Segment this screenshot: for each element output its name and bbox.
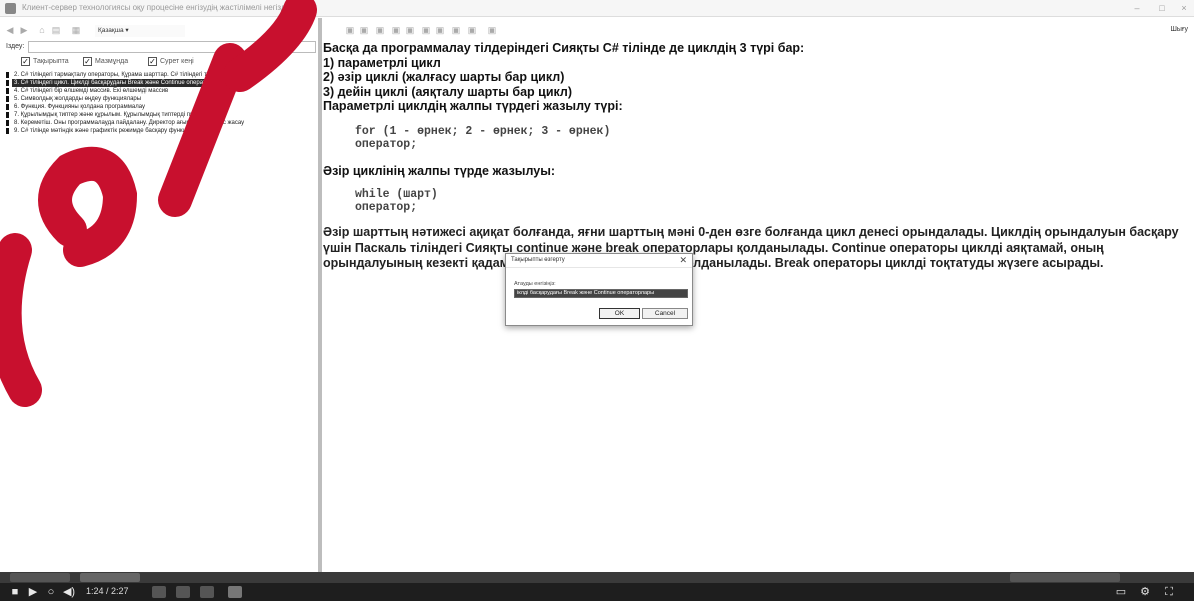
code-line: оператор; [355, 137, 418, 151]
page-icon [6, 120, 9, 126]
filter-image-label: Сурет кеңі [160, 58, 194, 65]
list-item: 1) параметрлі цикл [323, 55, 441, 70]
paste-icon[interactable]: ▣ [374, 25, 386, 36]
close-icon[interactable]: ✕ [679, 255, 687, 266]
rename-dialog: Тақырыпты өзгерту ✕ Атауды енгізіңіз: ік… [505, 253, 693, 326]
save-icon[interactable]: ▣ [486, 25, 498, 36]
bold-icon[interactable]: ▣ [390, 25, 402, 36]
tree-item[interactable]: 8. Кереметіш. Оны программалауда пайдала… [4, 119, 316, 127]
taskbar-item[interactable] [10, 573, 70, 582]
filter-content-checkbox[interactable]: ✓ Мазмұнда [83, 57, 128, 66]
language-select[interactable]: Қазақша ▾ [95, 25, 185, 37]
link-icon[interactable]: ▣ [466, 25, 478, 36]
page-icon [6, 96, 9, 102]
dialog-title: Тақырыпты өзгерту [511, 257, 565, 263]
italic-icon[interactable]: ▣ [404, 25, 416, 36]
taskbar-item[interactable] [1010, 573, 1120, 582]
tree-item-label: 5. Символдық жолдарды өңдеу функциялары [14, 96, 142, 102]
taskbar-item[interactable] [80, 573, 140, 582]
volume-icon[interactable]: ◀) [62, 585, 76, 599]
tree-item-label: 9. C# тілінде мәтіндік және графиктік ре… [14, 128, 208, 134]
tree-item[interactable]: 2. C# тіліндегі тармақталу операторы, Құ… [4, 71, 316, 79]
minimize-button[interactable]: – [1125, 1, 1149, 15]
tree-item-label: 3. C# тіліндегі цикл. Циклді басқарудағы… [12, 79, 229, 87]
checkbox-icon[interactable]: ✓ [83, 57, 92, 66]
dialog-name-input[interactable]: іклді басқарудағы Break және Continue оп… [514, 289, 688, 298]
topic-tree: 2. C# тіліндегі тармақталу операторы, Құ… [4, 71, 316, 135]
page-icon [6, 128, 9, 134]
tree-item-label: 6. Функция. Функцияны қолдана программал… [14, 104, 146, 110]
back-icon[interactable]: ◀ [4, 25, 16, 36]
video-player-controls: ■ ▶ ○ ◀) 1:24 / 2:27 ▭ ⚙ ⛶ [0, 583, 1194, 601]
param-heading: Параметрлі циклдің жалпы түрдегі жазылу … [323, 99, 623, 113]
search-label: Іздеу: [6, 43, 25, 50]
tree-item[interactable]: 6. Функция. Функцияны қолдана программал… [4, 103, 316, 111]
settings-icon[interactable]: ⚙ [1138, 585, 1152, 599]
tree-item-label: 7. Құрылымдық типтер және құрылым. Құрыл… [14, 112, 227, 118]
copy-icon[interactable]: ▣ [358, 25, 370, 36]
time-display: 1:24 / 2:27 [86, 586, 129, 596]
dialog-field-label: Атауды енгізіңіз: [514, 281, 556, 287]
checkbox-icon[interactable]: ✓ [148, 57, 157, 66]
filter-content-label: Мазмұнда [95, 58, 129, 65]
captions-icon[interactable]: ▭ [1114, 585, 1128, 599]
checkbox-icon[interactable]: ✓ [21, 57, 30, 66]
tree-item-label: 2. C# тіліндегі тармақталу операторы, Құ… [14, 72, 256, 78]
right-toolbar: ▣ ▣ ▣ ▣ ▣ ▣ ▣ ▣ ▣ ▣ Шығу [322, 24, 1194, 38]
start-icon[interactable]: ■ [8, 585, 22, 599]
exit-link[interactable]: Шығу [1171, 26, 1189, 33]
page-icon [6, 88, 9, 94]
cancel-button[interactable]: Cancel [642, 308, 688, 319]
article-content: Басқа да программалау тілдеріндегі Сияқт… [322, 41, 1188, 272]
page-icon [6, 72, 9, 78]
home-icon[interactable]: ⌂ [36, 25, 48, 36]
tree-item[interactable]: 9. C# тілінде мәтіндік және графиктік ре… [4, 127, 316, 135]
print-icon[interactable]: ▤ [50, 25, 62, 36]
align-icon[interactable]: ▣ [420, 25, 432, 36]
intro-text: Басқа да программалау тілдеріндегі Сияқт… [323, 41, 805, 55]
status-strip [0, 572, 1194, 583]
page-icon [6, 112, 9, 118]
tree-item[interactable]: 3. C# тіліндегі цикл. Циклді басқарудағы… [4, 79, 316, 87]
forward-icon[interactable]: ▶ [18, 25, 30, 36]
filter-title-label: Тақырыпта [33, 58, 69, 65]
tree-item-label: 4. C# тіліндегі бір өлшемді массив. Екі … [14, 88, 169, 94]
taskbar-app-icon[interactable] [228, 586, 242, 598]
tree-item[interactable]: 5. Символдық жолдарды өңдеу функциялары [4, 95, 316, 103]
filter-image-checkbox[interactable]: ✓ Сурет кеңі [148, 57, 194, 66]
taskbar-app-icon[interactable] [152, 586, 166, 598]
dialog-title-bar: Тақырыпты өзгерту ✕ [506, 254, 692, 268]
title-bar: Клиент-сервер технологиясы оқу процесіне… [0, 0, 1194, 17]
code-line: while (шарт) [355, 188, 438, 201]
body-paragraph: Әзір шарттың нәтижесі ақиқат болғанда, я… [323, 225, 1179, 270]
fullscreen-icon[interactable]: ⛶ [1162, 585, 1176, 599]
page-icon [6, 104, 9, 110]
image-icon[interactable]: ▣ [434, 25, 446, 36]
taskbar-app-icon[interactable] [176, 586, 190, 598]
table-icon[interactable]: ▣ [450, 25, 462, 36]
window-title: Клиент-сервер технологиясы оқу процесіне… [22, 3, 297, 12]
play-icon[interactable]: ▶ [26, 585, 40, 599]
font-icon[interactable]: ▦ [70, 25, 82, 36]
filter-title-checkbox[interactable]: ✓ Тақырыпта [21, 57, 69, 66]
left-toolbar: ◀ ▶ ⌂ ▤ ▦ Қазақша ▾ [0, 24, 318, 38]
taskbar-app-icon[interactable] [200, 586, 214, 598]
list-item: 3) дейін циклі (аяқталу шарты бар цикл) [323, 84, 573, 99]
app-icon [5, 3, 16, 14]
code-line: оператор; [355, 201, 418, 214]
tree-item[interactable]: 7. Құрылымдық типтер және құрылым. Құрыл… [4, 111, 316, 119]
tree-item-label: 8. Кереметіш. Оны программалауда пайдала… [14, 120, 245, 126]
search-input[interactable] [28, 41, 316, 53]
while-heading: Әзір циклінің жалпы түрде жазылуы: [323, 163, 556, 178]
tree-item[interactable]: 4. C# тіліндегі бір өлшемді массив. Екі … [4, 87, 316, 95]
ok-button[interactable]: OK [599, 308, 640, 319]
code-line: for (1 - өрнек; 2 - өрнек; 3 - өрнек) [355, 124, 611, 138]
skip-icon[interactable]: ○ [44, 585, 58, 599]
page-icon [6, 80, 9, 86]
list-item: 2) әзір циклі (жалғасу шарты бар цикл) [323, 70, 565, 84]
maximize-button[interactable]: □ [1150, 1, 1174, 15]
close-window-button[interactable]: × [1172, 1, 1194, 15]
cut-icon[interactable]: ▣ [344, 25, 356, 36]
